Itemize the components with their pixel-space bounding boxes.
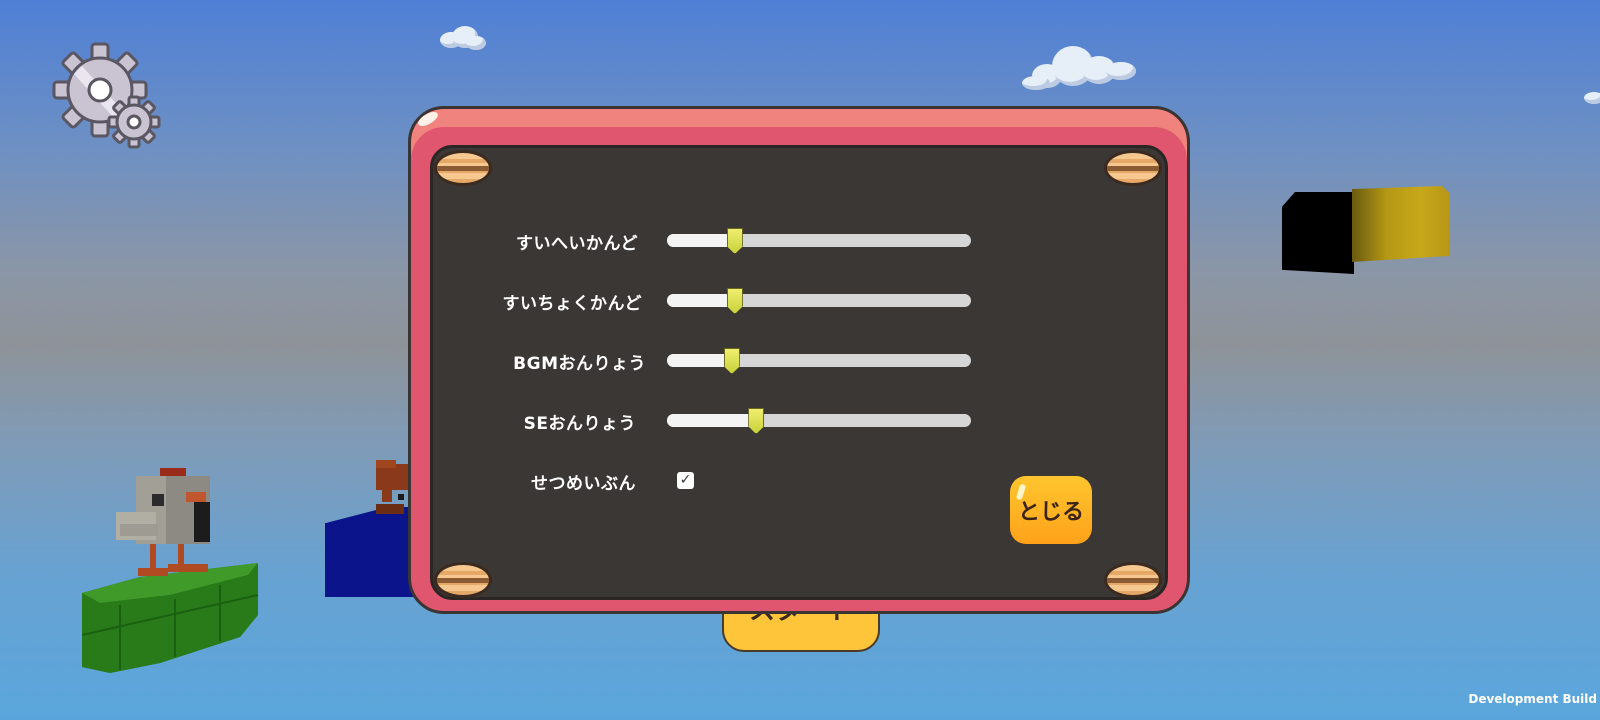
cloud bbox=[1106, 62, 1136, 80]
bgm-volume-slider[interactable] bbox=[667, 348, 971, 374]
explanation-label: せつめいぶん bbox=[531, 474, 636, 494]
slider-fill bbox=[667, 234, 734, 247]
se-volume-slider[interactable] bbox=[667, 408, 971, 434]
chicken-character bbox=[116, 468, 216, 590]
explanation-checkbox[interactable]: ✓ bbox=[677, 472, 694, 489]
vertical-sensitivity-slider[interactable] bbox=[667, 288, 971, 314]
cloud bbox=[1584, 92, 1600, 104]
slider-fill bbox=[667, 414, 756, 427]
cloud bbox=[1022, 76, 1050, 90]
close-button[interactable]: とじる bbox=[1010, 476, 1092, 544]
screw-icon bbox=[434, 562, 492, 598]
gear-icon[interactable] bbox=[52, 42, 162, 152]
screw-icon bbox=[1104, 562, 1162, 598]
bgm-volume-label: BGMおんりょう bbox=[513, 354, 646, 374]
development-build-label: Development Build bbox=[1468, 692, 1597, 706]
yellow-block bbox=[1352, 186, 1450, 262]
horizontal-sensitivity-slider[interactable] bbox=[667, 228, 971, 254]
cloud bbox=[466, 36, 486, 50]
blue-block bbox=[325, 507, 415, 597]
vertical-sensitivity-label: すいちょくかんど bbox=[502, 294, 642, 314]
screw-icon bbox=[1104, 150, 1162, 186]
se-volume-label: SEおんりょう bbox=[523, 414, 636, 434]
slider-fill bbox=[667, 354, 731, 367]
slider-fill bbox=[667, 294, 734, 307]
close-button-label: とじる bbox=[1017, 500, 1084, 525]
yellow-block-shadow-side bbox=[1282, 192, 1354, 274]
screw-icon bbox=[434, 150, 492, 186]
horizontal-sensitivity-label: すいへいかんど bbox=[516, 234, 638, 254]
